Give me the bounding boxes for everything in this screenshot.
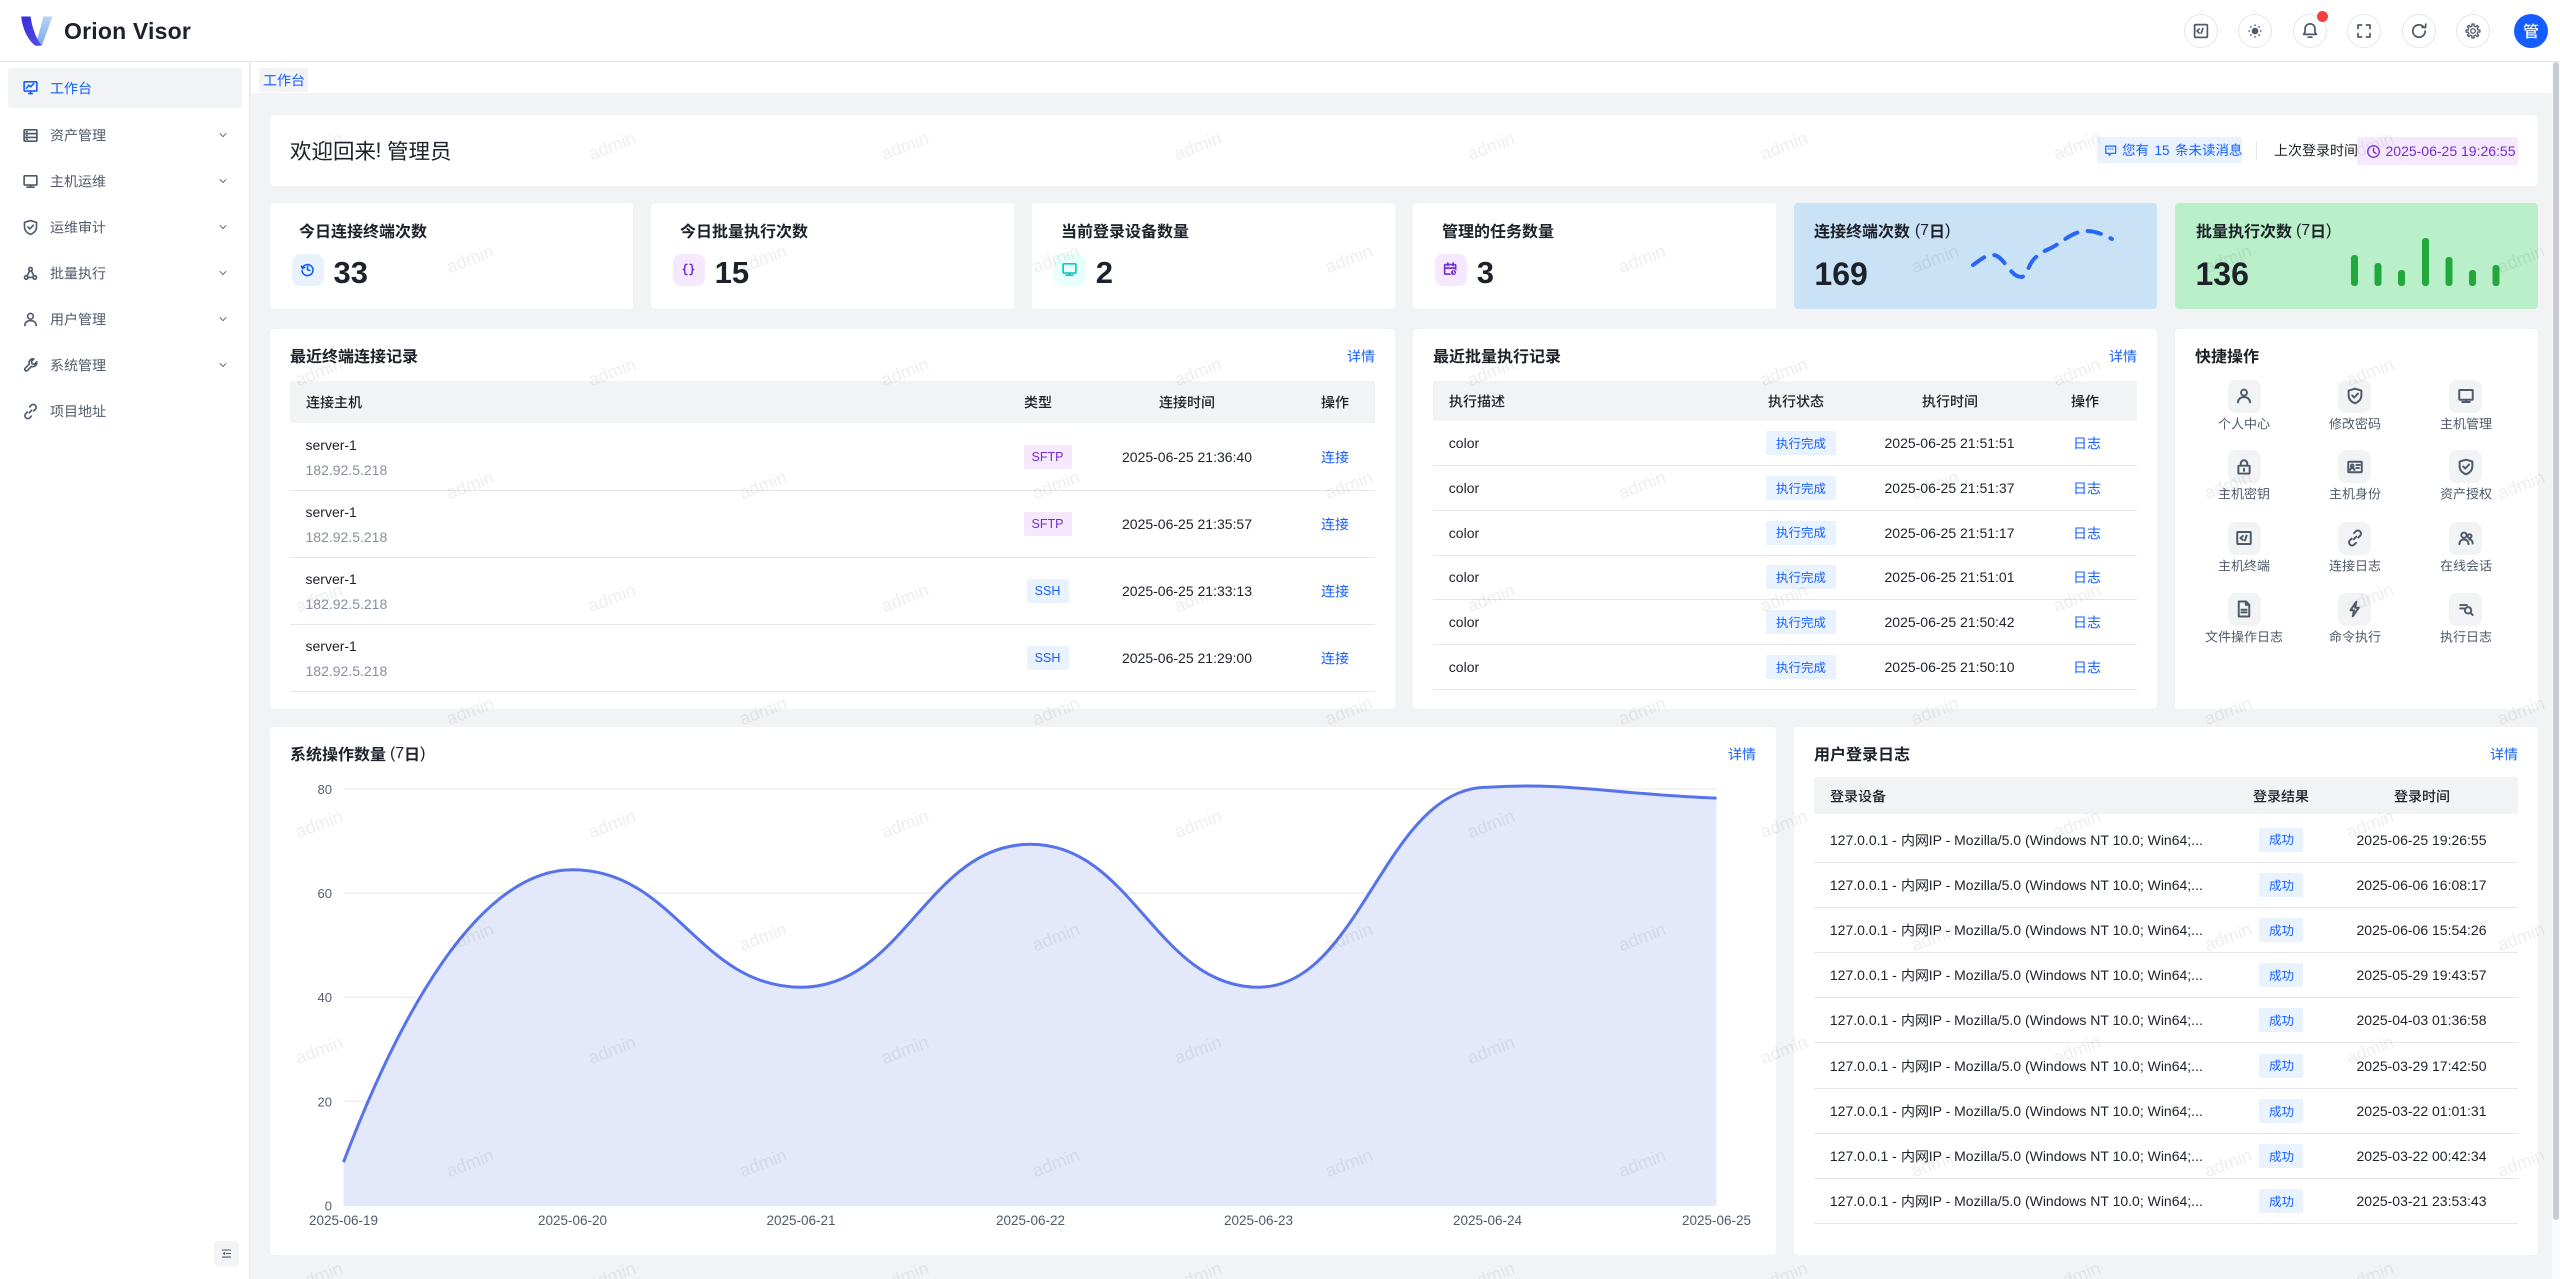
svg-text:2025-06-24: 2025-06-24 bbox=[1452, 1213, 1522, 1228]
svg-text:2025-06-23: 2025-06-23 bbox=[1223, 1213, 1292, 1228]
svg-text:2025-06-19: 2025-06-19 bbox=[308, 1213, 377, 1228]
svg-text:20: 20 bbox=[317, 1094, 331, 1109]
svg-text:2025-06-20: 2025-06-20 bbox=[537, 1213, 606, 1228]
svg-text:2025-06-25: 2025-06-25 bbox=[1681, 1213, 1750, 1228]
svg-text:2025-06-22: 2025-06-22 bbox=[995, 1213, 1064, 1228]
svg-text:60: 60 bbox=[317, 886, 331, 901]
svg-text:40: 40 bbox=[317, 990, 331, 1005]
svg-text:0: 0 bbox=[324, 1198, 331, 1213]
svg-text:2025-06-21: 2025-06-21 bbox=[766, 1213, 835, 1228]
svg-text:80: 80 bbox=[317, 782, 331, 797]
